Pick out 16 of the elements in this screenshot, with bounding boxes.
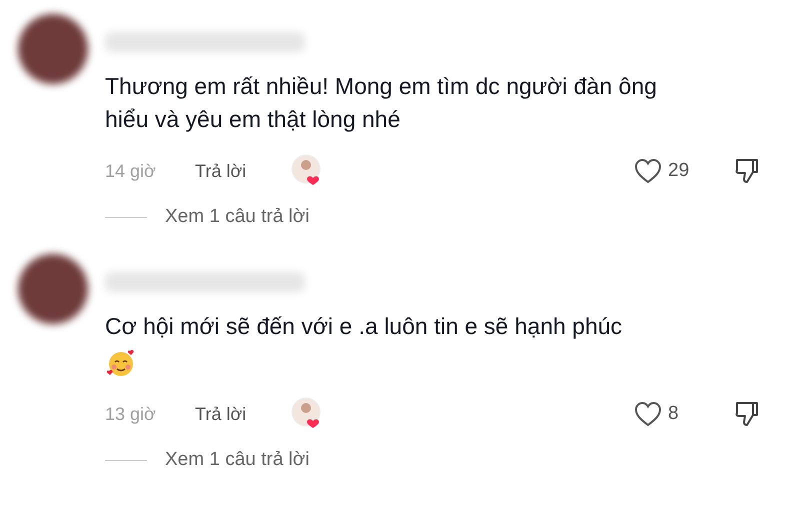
comment-time: 13 giờ bbox=[105, 404, 157, 424]
user-avatar[interactable] bbox=[18, 14, 88, 84]
comment-time: 14 giờ bbox=[105, 160, 157, 182]
like-count: 29 bbox=[668, 160, 690, 182]
thumbs-down-icon[interactable] bbox=[734, 400, 760, 428]
comment-text: Thương em rất nhiều! Mong em tìm dc người đàn ông hiểu và yêu em thật lòng nhé bbox=[105, 72, 658, 134]
reply-link[interactable]: Trả lời bbox=[195, 160, 291, 182]
view-replies-link[interactable]: Xem 1 câu trả lời bbox=[165, 449, 310, 471]
heart-icon[interactable] bbox=[634, 401, 662, 427]
like-count: 8 bbox=[668, 403, 679, 425]
thumbs-down-icon[interactable] bbox=[734, 157, 760, 185]
view-replies-link[interactable]: Xem 1 câu trả lời bbox=[165, 206, 310, 228]
reply-link[interactable]: Trả lời bbox=[195, 404, 291, 424]
comment-text: Cơ hội mới sẽ đến với e .a luôn tin e sẽ hạnh phúc bbox=[105, 312, 624, 341]
user-avatar[interactable] bbox=[18, 254, 88, 324]
heart-icon[interactable] bbox=[634, 158, 662, 184]
